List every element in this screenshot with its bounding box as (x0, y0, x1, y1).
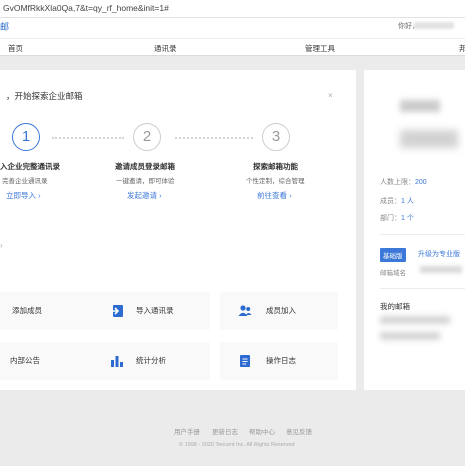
main-panel: ，开始探索企业邮箱 × 1 入企业完整通讯录 完善企业通讯录 立即导入 › 2 … (0, 70, 356, 390)
bar-chart-icon (111, 356, 123, 367)
main-nav: 首页 通讯录 管理工具 邦 (0, 38, 465, 56)
stat-value[interactable]: 200 (415, 179, 427, 186)
account-sidebar: 人数上限：200 成员：1 人 部门：1 个 基础版 升级为专业版 邮箱域名 我… (364, 70, 465, 390)
step-2-title: 邀请成员登录邮箱 (115, 162, 175, 171)
footer-link-help[interactable]: 帮助中心 (249, 426, 275, 436)
close-icon[interactable]: × (328, 91, 333, 100)
copyright-text: © 1998 - 2020 Tencent Inc. All Rights Re… (179, 442, 295, 448)
tile-label: 统计分析 (136, 356, 166, 365)
stat-label: 部门： (380, 215, 401, 222)
statistics-tile[interactable]: 统计分析 (92, 342, 210, 380)
company-info-redacted (400, 130, 458, 148)
stat-value[interactable]: 1 人 (401, 198, 414, 205)
mailbox-redacted (380, 316, 450, 324)
tile-label: 内部公告 (10, 356, 40, 365)
user-name-redacted (414, 22, 454, 29)
welcome-title: ，开始探索企业邮箱 (6, 91, 83, 101)
step-1-desc: 完善企业通讯录 (2, 178, 48, 185)
tile-label: 操作日志 (266, 356, 296, 365)
add-member-tile[interactable]: 添加成员 (0, 292, 104, 330)
footer-link-feedback[interactable]: 意见反馈 (286, 426, 312, 436)
mailbox-redacted (380, 332, 440, 340)
stat-departments: 部门：1 个 (380, 213, 414, 223)
tile-label: 添加成员 (12, 306, 42, 315)
footer-link-changelog[interactable]: 更新日志 (212, 426, 238, 436)
import-contacts-tile[interactable]: 导入通讯录 (92, 292, 210, 330)
edition-badge: 基础版 (380, 248, 406, 262)
log-icon (240, 355, 250, 367)
operation-log-tile[interactable]: 操作日志 (220, 342, 338, 380)
step-2-circle: 2 (133, 123, 161, 151)
company-name-redacted (400, 100, 440, 112)
upgrade-link[interactable]: 升级为专业版 (418, 249, 460, 259)
step-connector (52, 137, 124, 139)
step-1-title: 入企业完整通讯录 (0, 162, 60, 171)
nav-item-admin-tools[interactable]: 管理工具 (305, 43, 335, 54)
step-2-desc: 一键邀请，即可体验 (116, 178, 175, 185)
my-mailbox-title: 我的邮箱 (380, 302, 410, 311)
divider (380, 234, 465, 235)
tile-label: 成员加入 (266, 306, 296, 315)
step-3-title: 探索邮箱功能 (253, 162, 298, 171)
logo[interactable]: 邮 (0, 20, 9, 33)
member-join-icon (238, 305, 252, 316)
stat-members: 成员：1 人 (380, 196, 414, 206)
domain-redacted (420, 266, 462, 273)
stat-label: 人数上限： (380, 179, 415, 186)
step-3-link[interactable]: 前往查看 › (257, 190, 292, 201)
app-header: 邮 你好， (0, 18, 465, 38)
stat-value[interactable]: 1 个 (401, 215, 414, 222)
import-contacts-icon (111, 305, 123, 317)
step-3-desc: 个性定制，综合管理 (246, 178, 305, 185)
footer-link-manual[interactable]: 用户手册 (174, 426, 200, 436)
step-2-link[interactable]: 发起邀请 › (127, 190, 162, 201)
announcement-tile[interactable]: 内部公告 (0, 342, 104, 380)
divider (380, 288, 465, 289)
domain-label: 邮箱域名 (380, 270, 406, 277)
tile-label: 导入通讯录 (136, 306, 174, 315)
step-1-link[interactable]: 立即导入 › (6, 190, 41, 201)
step-connector (175, 137, 253, 139)
step-3-circle: 3 (262, 123, 290, 151)
address-bar[interactable]: GvOMfRkkXla0Qa,7&t=qy_rf_home&init=1# (0, 0, 465, 18)
nav-item-contacts[interactable]: 通讯录 (154, 43, 177, 54)
step-1-circle: 1 (12, 123, 40, 151)
nav-item-home[interactable]: 首页 (8, 43, 23, 54)
nav-item-more[interactable]: 邦 (459, 43, 465, 54)
stat-member-limit: 人数上限：200 (380, 177, 427, 187)
stat-label: 成员： (380, 198, 401, 205)
member-join-tile[interactable]: 成员加入 (220, 292, 338, 330)
chevron-right-icon[interactable]: › (0, 241, 3, 250)
